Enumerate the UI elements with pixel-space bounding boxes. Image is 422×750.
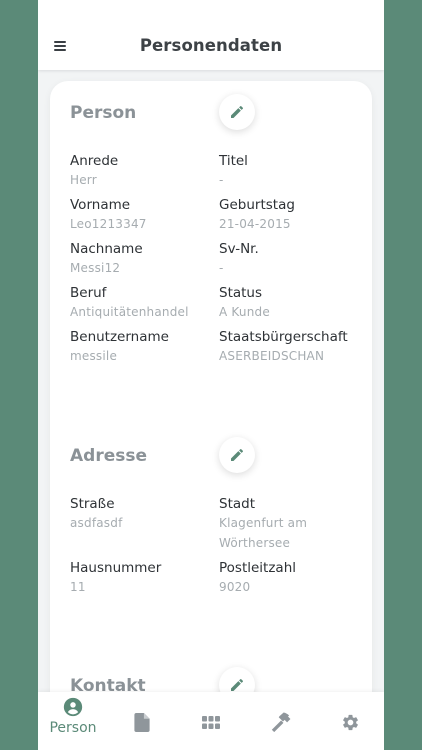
person-icon (63, 697, 83, 717)
field-hausnummer: Hausnummer 11 (70, 559, 215, 597)
gear-icon (342, 714, 358, 731)
field-stadt: Stadt Klagenfurt am Wörthersee (219, 495, 349, 553)
field-postleitzahl: Postleitzahl 9020 (219, 559, 364, 597)
field-geburtstag: Geburtstag 21-04-2015 (219, 196, 364, 234)
nav-item-person[interactable]: Person (48, 692, 98, 750)
section-title-person: Person (70, 103, 137, 123)
field-label: Staatsbürgerschaft (219, 329, 348, 345)
document-icon (134, 713, 150, 732)
field-beruf: Beruf Antiquitätenhandel (70, 284, 215, 322)
field-status: Status A Kunde (219, 284, 364, 322)
field-label: Stadt (219, 496, 255, 512)
nav-item-tools[interactable] (268, 692, 292, 750)
hammer-icon (271, 712, 291, 732)
field-label: Nachname (70, 241, 143, 257)
field-value: - (219, 173, 224, 187)
field-label: Straße (70, 496, 115, 512)
edit-person-button[interactable] (219, 94, 255, 130)
app-header: Personendaten (38, 0, 384, 70)
nav-item-apps[interactable] (201, 692, 221, 750)
nav-label-person: Person (49, 720, 97, 736)
field-label: Vorname (70, 197, 131, 213)
field-value: A Kunde (219, 305, 270, 319)
field-value: 11 (70, 580, 86, 594)
field-value: Messi12 (70, 261, 121, 275)
pencil-icon (231, 448, 244, 461)
app-screen: Personendaten Person Anrede Herr Titel -… (38, 0, 384, 750)
field-label: Beruf (70, 285, 107, 301)
field-label: Status (219, 285, 263, 301)
field-vorname: Vorname Leo1213347 (70, 196, 215, 234)
field-label: Postleitzahl (219, 560, 297, 576)
field-nachname: Nachname Messi12 (70, 240, 215, 278)
field-strasse: Straße asdfasdf (70, 495, 215, 533)
pencil-icon (231, 105, 244, 118)
field-value: ASERBEIDSCHAN (219, 349, 325, 363)
field-label: Benutzername (70, 329, 169, 345)
field-label: Titel (219, 153, 248, 169)
grid-icon (202, 716, 220, 729)
field-value: - (219, 261, 224, 275)
field-value: messile (70, 349, 118, 363)
field-label: Geburtstag (219, 197, 295, 213)
field-value: Herr (70, 173, 97, 187)
field-value: 9020 (219, 580, 251, 594)
person-data-card: Person Anrede Herr Titel - Vorname Leo12… (50, 81, 372, 750)
field-value: Klagenfurt am Wörthersee (219, 516, 308, 550)
field-value: Antiquitätenhandel (70, 305, 189, 319)
field-staatsbuergerschaft: Staatsbürgerschaft ASERBEIDSCHAN (219, 328, 364, 366)
bottom-navigation: Person (38, 692, 384, 750)
pencil-icon (231, 678, 244, 691)
field-sv-nr: Sv-Nr. - (219, 240, 364, 278)
page-title: Personendaten (139, 36, 283, 55)
section-title-adresse: Adresse (70, 446, 148, 466)
field-label: Hausnummer (70, 560, 162, 576)
nav-item-documents[interactable] (132, 692, 152, 750)
field-value: 21-04-2015 (219, 217, 291, 231)
field-label: Sv-Nr. (219, 241, 259, 257)
field-anrede: Anrede Herr (70, 152, 215, 190)
field-titel: Titel - (219, 152, 364, 190)
field-benutzername: Benutzername messile (70, 328, 215, 366)
field-label: Anrede (70, 153, 119, 169)
field-value: asdfasdf (70, 516, 123, 530)
nav-item-settings[interactable] (339, 692, 361, 750)
edit-adresse-button[interactable] (219, 437, 255, 473)
field-value: Leo1213347 (70, 217, 147, 231)
